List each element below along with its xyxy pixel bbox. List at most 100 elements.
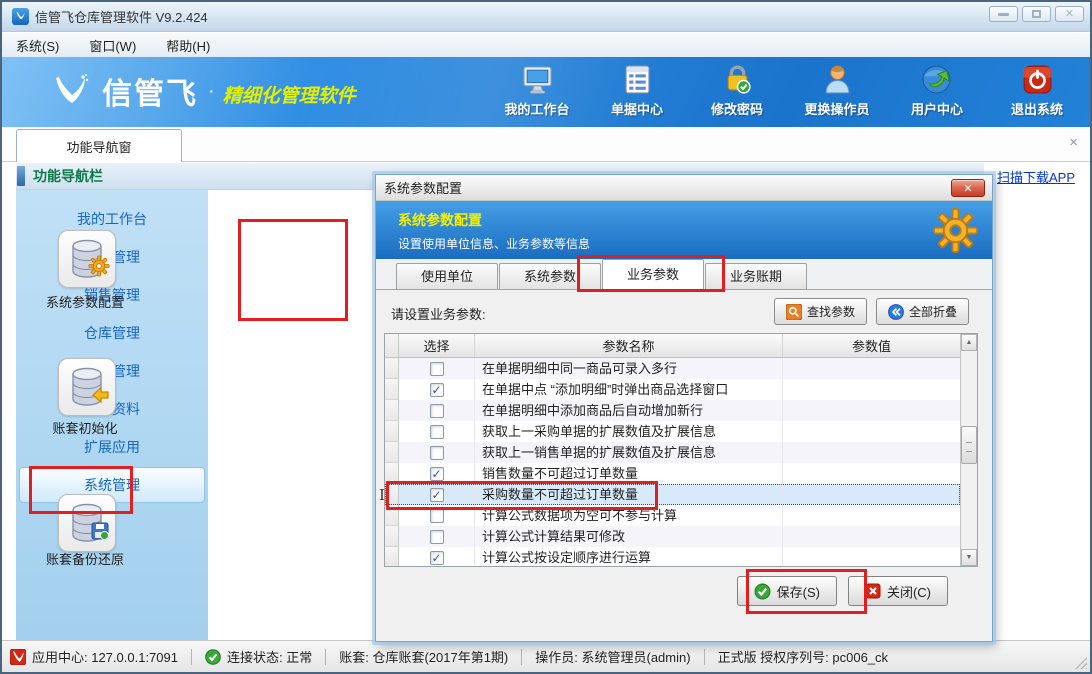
system-params-dialog: 系统参数配置 ✕ 系统参数配置 设置使用单位信息、业务参数等信息 xyxy=(375,174,993,642)
checkbox-cell xyxy=(399,421,475,442)
checkbox-cell: ✓ xyxy=(399,484,475,505)
menu-system[interactable]: 系统(S) xyxy=(16,36,59,55)
module-backup-restore-button[interactable] xyxy=(58,494,116,552)
param-name: 在单据明细中添加商品后自动增加新行 xyxy=(475,400,783,421)
param-row[interactable]: 在单据明细中同一商品可录入多行 xyxy=(385,358,960,379)
param-row[interactable]: 计算公式数据项为空可不参与计算 xyxy=(385,505,960,526)
tab-function-navigator[interactable]: 功能导航窗 xyxy=(16,129,182,162)
param-checkbox[interactable]: ✓ xyxy=(430,383,444,397)
params-prompt-label: 请设置业务参数: xyxy=(391,304,486,323)
toolbar-change-password[interactable]: 修改密码 xyxy=(700,63,774,118)
param-value[interactable] xyxy=(783,526,960,547)
maximize-button[interactable] xyxy=(1022,6,1051,22)
scan-download-app-link[interactable]: 扫描下载APP xyxy=(997,167,1075,186)
toolbar-switch-operator[interactable]: 更换操作员 xyxy=(800,63,874,118)
param-value[interactable] xyxy=(783,463,960,484)
minimize-button[interactable] xyxy=(989,6,1018,22)
collapse-chevrons-icon xyxy=(888,304,904,320)
toolbar-exit-system[interactable]: 退出系统 xyxy=(1000,63,1074,118)
param-checkbox[interactable] xyxy=(430,425,444,439)
nav-header-accent xyxy=(17,166,25,186)
tab-business-params[interactable]: 业务参数 xyxy=(602,259,704,290)
app-center-logo-icon xyxy=(10,649,26,665)
row-header-cell xyxy=(385,421,399,442)
dialog-header: 系统参数配置 设置使用单位信息、业务参数等信息 xyxy=(376,201,992,259)
param-row[interactable]: 获取上一采购单据的扩展数值及扩展信息 xyxy=(385,421,960,442)
dialog-close-icon: ✕ xyxy=(963,182,972,195)
tab-business-period[interactable]: 业务账期 xyxy=(705,263,807,289)
menu-bar: 系统(S) 窗口(W) 帮助(H) xyxy=(2,33,1090,57)
param-row[interactable]: ✓在单据中点 “添加明细”时弹出商品选择窗口 xyxy=(385,379,960,400)
dialog-tabbar: 使用单位 系统参数 业务参数 业务账期 xyxy=(376,259,992,290)
collapse-all-button[interactable]: 全部折叠 xyxy=(876,298,969,325)
column-param-name: 参数名称 xyxy=(475,334,783,357)
module-account-init-label: 账套初始化 xyxy=(2,418,168,437)
param-row[interactable]: 计算公式计算结果可修改 xyxy=(385,526,960,547)
param-checkbox[interactable] xyxy=(430,509,444,523)
toolbar-user-center[interactable]: 用户中心 xyxy=(900,63,974,118)
param-value[interactable] xyxy=(783,358,960,379)
param-row[interactable]: 获取上一销售单据的扩展数值及扩展信息 xyxy=(385,442,960,463)
scroll-up-icon[interactable]: ▲ xyxy=(961,334,977,351)
param-checkbox[interactable] xyxy=(430,530,444,544)
status-separator xyxy=(191,649,192,665)
checkbox-cell: ✓ xyxy=(399,547,475,566)
module-account-init-button[interactable] xyxy=(58,358,116,416)
close-button[interactable]: ✕ xyxy=(1055,6,1084,22)
maximize-icon xyxy=(1032,10,1041,18)
status-bar: 应用中心: 127.0.0.1:7091 连接状态: 正常 账套: 仓库账套(2… xyxy=(2,640,1090,672)
param-value[interactable] xyxy=(783,421,960,442)
app-window: 信管飞仓库管理软件 V9.2.424 ✕ 系统(S) 窗口(W) 帮助(H) 信… xyxy=(0,0,1092,674)
tab-usage-unit[interactable]: 使用单位 xyxy=(396,263,498,289)
column-param-value: 参数值 xyxy=(783,334,960,357)
dialog-titlebar: 系统参数配置 ✕ xyxy=(376,175,992,201)
param-checkbox[interactable]: ✓ xyxy=(430,467,444,481)
param-row[interactable]: ✓销售数量不可超过订单数量 xyxy=(385,463,960,484)
param-checkbox[interactable] xyxy=(430,446,444,460)
toolbar-document-center[interactable]: 单据中心 xyxy=(600,63,674,118)
param-checkbox[interactable] xyxy=(430,362,444,376)
save-button[interactable]: 保存(S) xyxy=(737,576,837,606)
brand-name: 信管飞 xyxy=(102,69,198,113)
row-header-cell xyxy=(385,358,399,379)
table-scrollbar[interactable]: ▲ ▼ xyxy=(960,334,977,566)
dialog-close-button[interactable]: ✕ xyxy=(951,179,985,197)
param-checkbox[interactable]: ✓ xyxy=(430,488,444,502)
table-header: 选择 参数名称 参数值 xyxy=(385,334,977,358)
param-row[interactable]: ✓采购数量不可超过订单数量 xyxy=(385,484,960,505)
param-checkbox[interactable] xyxy=(430,404,444,418)
param-value[interactable] xyxy=(783,547,960,566)
scrollbar-thumb[interactable] xyxy=(961,426,977,464)
menu-help[interactable]: 帮助(H) xyxy=(166,36,210,55)
row-header-cell xyxy=(385,547,399,566)
menu-window[interactable]: 窗口(W) xyxy=(89,36,136,55)
checkbox-cell xyxy=(399,505,475,526)
resize-grip[interactable] xyxy=(1075,657,1087,669)
row-header-cell xyxy=(385,484,399,505)
param-value[interactable] xyxy=(783,484,960,505)
scroll-down-icon[interactable]: ▼ xyxy=(961,549,977,566)
document-center-icon xyxy=(621,63,654,96)
exit-system-power-icon xyxy=(1021,63,1054,96)
window-title: 信管飞仓库管理软件 V9.2.424 xyxy=(35,7,208,26)
param-value[interactable] xyxy=(783,400,960,421)
param-checkbox[interactable]: ✓ xyxy=(430,551,444,565)
param-name: 获取上一采购单据的扩展数值及扩展信息 xyxy=(475,421,783,442)
param-row[interactable]: ✓计算公式按设定顺序进行运算 xyxy=(385,547,960,566)
nav-header-title: 功能导航栏 xyxy=(33,166,103,186)
param-value[interactable] xyxy=(783,379,960,400)
tab-close-icon[interactable]: × xyxy=(1069,135,1078,150)
find-params-button[interactable]: 查找参数 xyxy=(774,298,867,325)
sidebar-item-仓库管理[interactable]: 仓库管理 xyxy=(16,314,208,352)
init-arrow-badge-icon xyxy=(90,385,110,410)
tab-system-params[interactable]: 系统参数 xyxy=(499,263,601,289)
param-value[interactable] xyxy=(783,505,960,526)
row-header-cell xyxy=(385,526,399,547)
toolbar-my-workbench[interactable]: 我的工作台 xyxy=(500,63,574,118)
close-dialog-button[interactable]: 关闭(C) xyxy=(848,576,948,606)
brand-logo-icon xyxy=(50,72,92,110)
param-row[interactable]: 在单据明细中添加商品后自动增加新行 xyxy=(385,400,960,421)
module-system-params-button[interactable] xyxy=(58,230,116,288)
backup-disk-badge-icon xyxy=(90,521,110,546)
param-value[interactable] xyxy=(783,442,960,463)
